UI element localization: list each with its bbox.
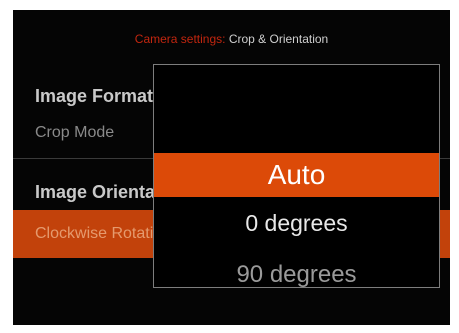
breadcrumb-page: Crop & Orientation	[228, 32, 329, 46]
option-90-degrees[interactable]: 90 degrees	[154, 255, 439, 287]
option-0-degrees[interactable]: 0 degrees	[154, 205, 439, 241]
crop-mode-item[interactable]: Crop Mode	[35, 124, 114, 142]
image-format-heading: Image Format	[35, 86, 154, 106]
breadcrumb-section: Camera settings:	[134, 32, 226, 46]
breadcrumb: Camera settings: Crop & Orientation	[13, 32, 450, 46]
clockwise-rotation-label: Clockwise Rotation	[35, 225, 172, 242]
orientation-options-popup: Auto 0 degrees 90 degrees	[153, 64, 440, 288]
option-auto[interactable]: Auto	[154, 153, 439, 197]
camera-screen: Camera settings: Crop & Orientation Imag…	[13, 10, 450, 325]
